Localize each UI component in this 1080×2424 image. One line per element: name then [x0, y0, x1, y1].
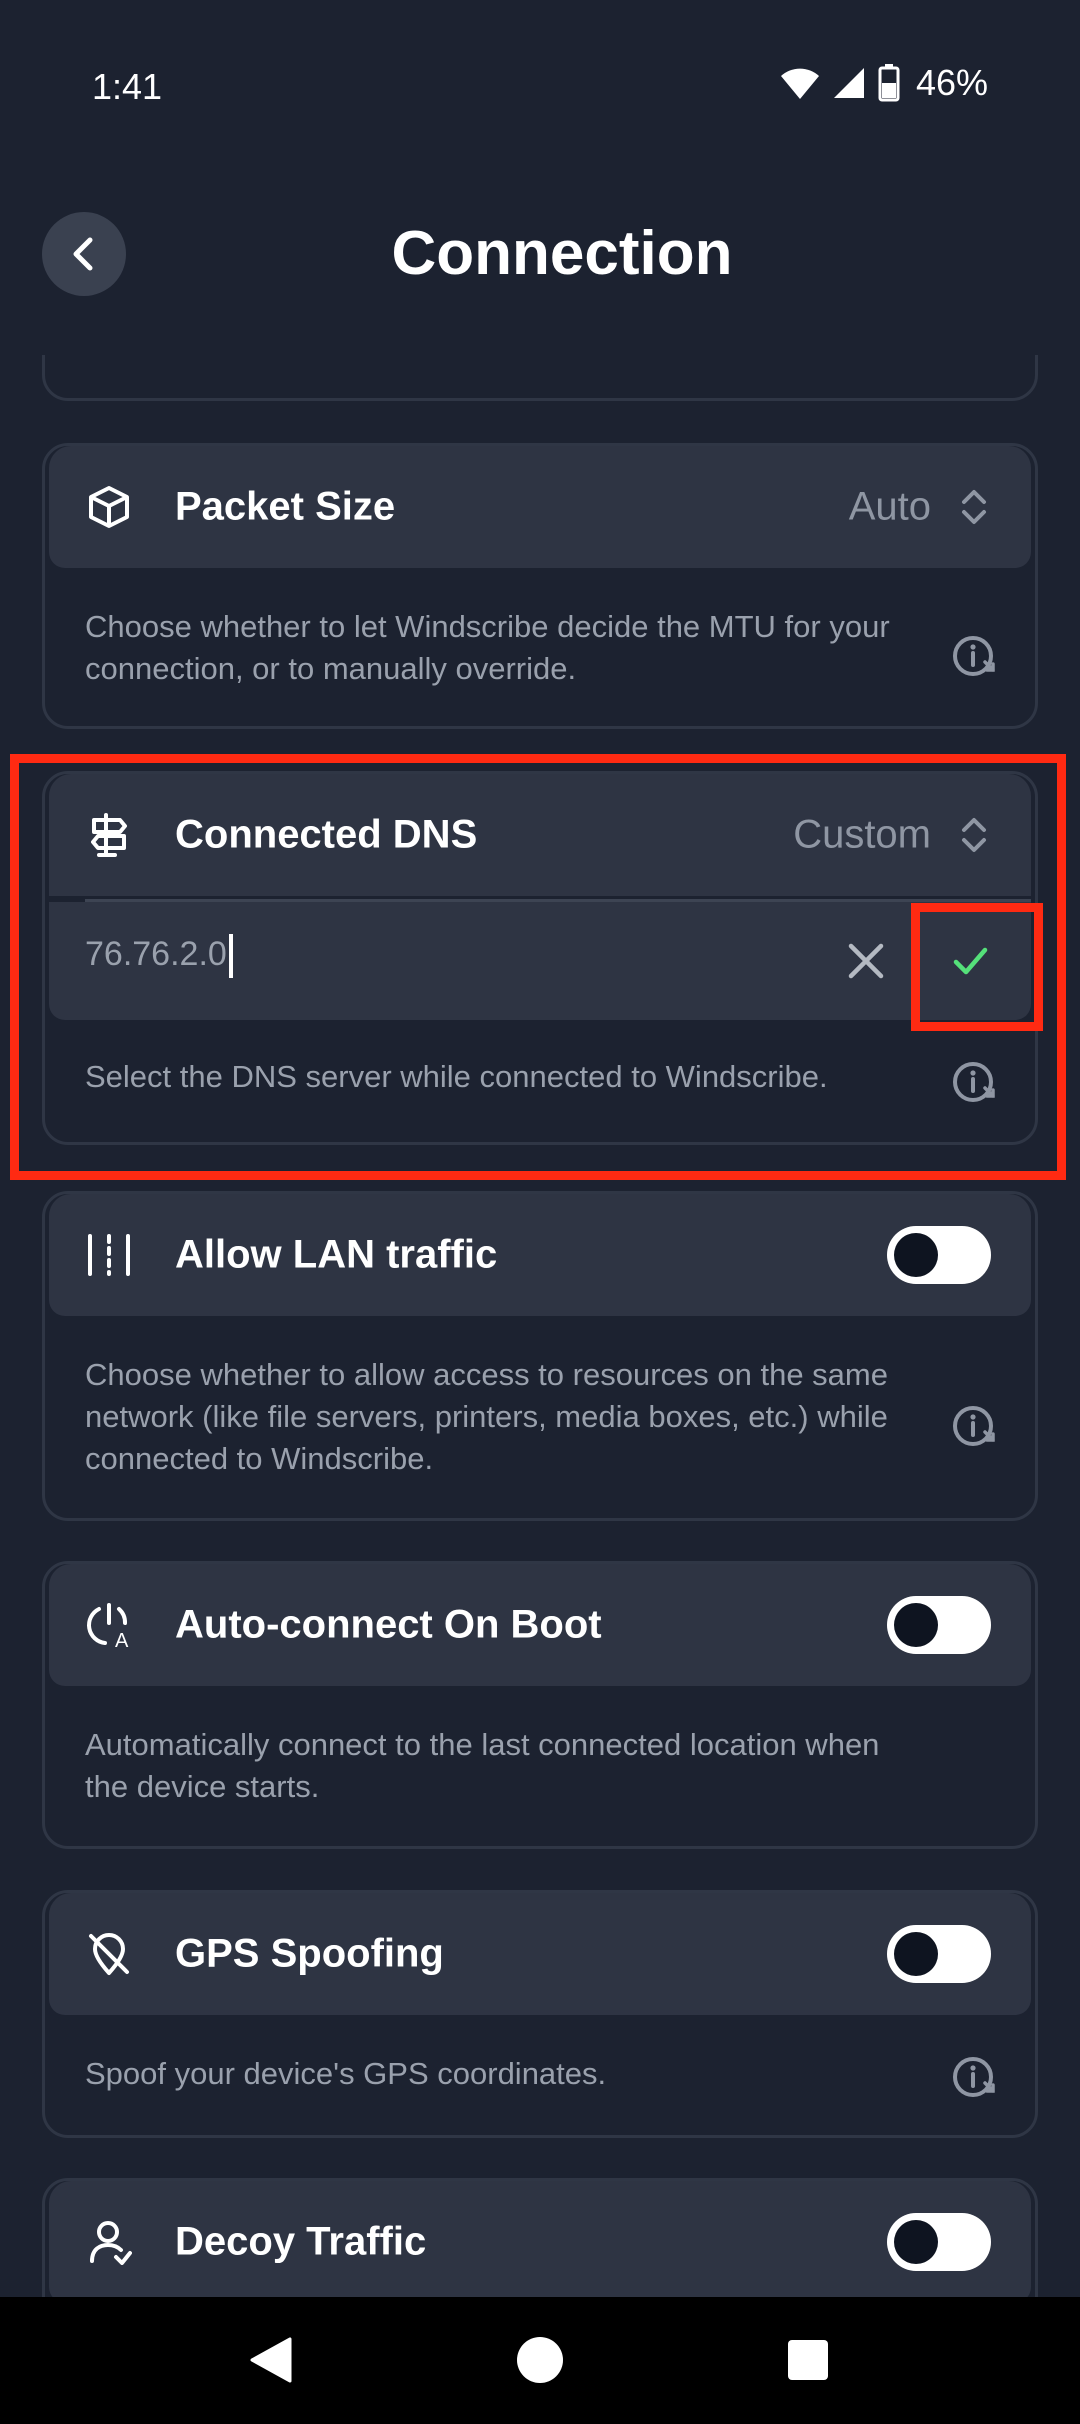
decoy-traffic-title: Decoy Traffic	[175, 2219, 427, 2264]
gps-spoofing-card: GPS Spoofing Spoof your device's GPS coo…	[42, 1890, 1038, 2138]
gps-spoofing-header[interactable]: GPS Spoofing	[49, 1893, 1031, 2015]
lan-icon	[85, 1231, 133, 1279]
cube-icon	[85, 483, 133, 531]
screen: 1:41 46% Connection Packet Size Auto Cho…	[0, 0, 1080, 2424]
allow-lan-header[interactable]: Allow LAN traffic	[49, 1194, 1031, 1316]
packet-size-card: Packet Size Auto Choose whether to let W…	[42, 443, 1038, 729]
toggle-knob	[894, 2220, 938, 2264]
settings-list[interactable]: Packet Size Auto Choose whether to let W…	[0, 355, 1080, 2297]
allow-lan-title: Allow LAN traffic	[175, 1232, 498, 1277]
nav-home-icon[interactable]	[515, 2335, 565, 2385]
packet-size-header[interactable]: Packet Size Auto	[49, 446, 1031, 568]
battery-percent: 46%	[915, 62, 988, 103]
allow-lan-toggle[interactable]	[887, 1226, 991, 1284]
packet-size-description: Choose whether to let Windscribe decide …	[85, 609, 890, 686]
nav-recents-icon[interactable]	[786, 2335, 830, 2385]
gps-spoofing-toggle[interactable]	[887, 1925, 991, 1983]
previous-card-remnant	[42, 355, 1038, 401]
location-off-icon	[85, 1930, 133, 1978]
info-link-icon[interactable]	[951, 632, 999, 680]
svg-text:A: A	[115, 1630, 129, 1649]
info-link-icon[interactable]	[951, 1402, 999, 1450]
navigation-bar	[0, 2297, 1080, 2424]
auto-connect-card: A Auto-connect On Boot Automatically con…	[42, 1561, 1038, 1849]
decoy-traffic-card: Decoy Traffic	[42, 2178, 1038, 2297]
toggle-knob	[894, 1603, 938, 1647]
toggle-knob	[894, 1233, 938, 1277]
gps-spoofing-title: GPS Spoofing	[175, 1931, 444, 1976]
auto-connect-toggle[interactable]	[887, 1596, 991, 1654]
allow-lan-card: Allow LAN traffic Choose whether to allo…	[42, 1191, 1038, 1521]
up-down-chevron-icon[interactable]	[959, 486, 989, 528]
status-icons: 46%	[780, 62, 988, 104]
nav-back-icon[interactable]	[246, 2335, 296, 2385]
signal-icon	[833, 68, 864, 98]
auto-connect-icon: A	[85, 1601, 133, 1649]
status-time: 1:41	[92, 66, 163, 107]
auto-connect-header[interactable]: A Auto-connect On Boot	[49, 1564, 1031, 1686]
info-link-icon[interactable]	[951, 2053, 999, 2101]
confirm-button-highlight	[911, 903, 1043, 1031]
auto-connect-description: Automatically connect to the last connec…	[85, 1727, 880, 1804]
allow-lan-description: Choose whether to allow access to resour…	[85, 1357, 888, 1476]
battery-icon	[878, 64, 900, 102]
packet-size-title: Packet Size	[175, 484, 396, 529]
gps-spoofing-description: Spoof your device's GPS coordinates.	[85, 2056, 607, 2091]
status-bar: 1:41 46%	[0, 0, 1080, 175]
wifi-icon	[780, 68, 819, 99]
decoy-traffic-toggle[interactable]	[887, 2213, 991, 2271]
toggle-knob	[894, 1932, 938, 1976]
dns-card-highlight	[10, 754, 1066, 1180]
packet-size-value[interactable]: Auto	[849, 485, 931, 530]
page-title: Connection	[391, 219, 733, 288]
auto-connect-title: Auto-connect On Boot	[175, 1602, 602, 1647]
decoy-traffic-header[interactable]: Decoy Traffic	[49, 2181, 1031, 2297]
decoy-person-icon	[85, 2218, 133, 2266]
